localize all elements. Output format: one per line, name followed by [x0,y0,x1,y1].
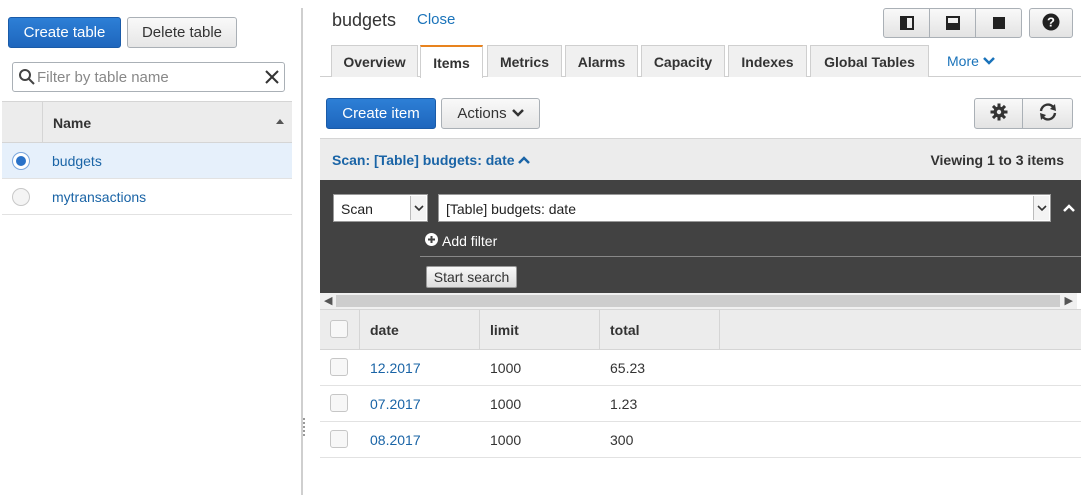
plus-circle-icon [425,233,438,249]
item-total: 300 [610,432,634,448]
items-grid-header: date limit total [320,309,1081,350]
horizontal-scrollbar[interactable]: ◀ ▶ [320,293,1077,309]
table-row[interactable]: 08.2017 1000 300 [320,422,1081,458]
scan-target-select[interactable]: [Table] budgets: date [438,194,1051,222]
tab-metrics[interactable]: Metrics [487,45,562,77]
item-date-link[interactable]: 12.2017 [370,360,421,376]
table-filter-input[interactable] [37,67,257,87]
layout-split-vertical-icon[interactable] [884,9,930,37]
actions-dropdown[interactable]: Actions [441,98,540,129]
row-checkbox[interactable] [330,394,348,412]
scan-summary-label: Scan: [Table] budgets: date [332,152,515,168]
item-limit: 1000 [490,432,522,448]
item-limit: 1000 [490,360,522,376]
help-button[interactable]: ? [1029,8,1073,38]
table-radio-mytransactions[interactable] [12,188,30,206]
refresh-button[interactable] [1023,98,1073,129]
item-date-link[interactable]: 08.2017 [370,432,421,448]
table-row[interactable]: 12.2017 1000 65.23 [320,350,1081,386]
scan-summary-toggle[interactable]: Scan: [Table] budgets: date [332,152,531,168]
page-title: budgets [332,10,397,30]
svg-text:?: ? [1047,14,1055,29]
start-search-button[interactable]: Start search [426,266,517,288]
gear-icon [990,103,1008,124]
delete-table-button[interactable]: Delete table [127,17,237,48]
search-icon [18,68,36,89]
refresh-icon [1038,103,1058,124]
viewing-count: Viewing 1 to 3 items [930,152,1064,168]
tab-capacity[interactable]: Capacity [641,45,725,77]
chevron-up-icon[interactable] [1062,200,1076,216]
chevron-down-icon [1033,196,1049,220]
layout-split-horizontal-icon[interactable] [930,9,976,37]
tables-pane: Create table Delete table Name budgets m… [0,0,293,495]
table-name-budgets[interactable]: budgets [52,153,102,169]
add-filter-label: Add filter [442,233,498,249]
close-link[interactable]: Close [417,11,455,28]
more-tabs-menu[interactable]: More [947,53,995,69]
table-name-mytransactions[interactable]: mytransactions [52,189,146,205]
tab-alarms[interactable]: Alarms [565,45,638,77]
help-icon: ? [1042,13,1060,34]
item-total: 1.23 [610,396,638,412]
create-item-button[interactable]: Create item [326,98,436,129]
chevron-down-icon [511,105,524,122]
scan-mode-value: Scan [341,201,373,217]
settings-button[interactable] [974,98,1023,129]
item-limit: 1000 [490,396,522,412]
chevron-down-icon [410,196,426,220]
tab-overview[interactable]: Overview [331,45,418,77]
table-row-mytransactions[interactable]: mytransactions [2,179,292,215]
scan-panel: Scan [Table] budgets: date Add filter St… [320,180,1081,293]
scroll-left-icon[interactable]: ◀ [324,294,332,307]
splitter-grip-icon[interactable] [303,418,305,436]
sort-ascending-icon[interactable] [276,119,284,124]
tab-items[interactable]: Items [420,45,483,78]
column-header-date[interactable]: date [370,322,399,338]
layout-toggle-group [883,8,1022,38]
chevron-up-icon [518,152,531,168]
create-table-button[interactable]: Create table [8,17,121,48]
tab-global-tables[interactable]: Global Tables [810,45,929,77]
column-header-limit[interactable]: limit [490,322,519,338]
table-radio-budgets[interactable] [12,152,30,170]
scrollbar-thumb[interactable] [336,295,1060,307]
layout-full-icon[interactable] [976,9,1021,37]
clear-filter-icon[interactable] [263,68,281,89]
table-row-budgets[interactable]: budgets [2,143,292,179]
scan-mode-select[interactable]: Scan [333,194,428,222]
item-total: 65.23 [610,360,646,376]
table-row[interactable]: 07.2017 1000 1.23 [320,386,1081,422]
chevron-down-icon [982,53,995,69]
scroll-right-icon[interactable]: ▶ [1065,294,1073,307]
tab-indexes[interactable]: Indexes [728,45,807,77]
add-filter-link[interactable]: Add filter [425,233,497,249]
name-column-header[interactable]: Name [53,115,91,131]
table-filter [12,62,285,92]
select-all-checkbox[interactable] [330,320,348,338]
more-label: More [947,53,979,69]
item-date-link[interactable]: 07.2017 [370,396,421,412]
scan-summary-bar: Scan: [Table] budgets: date Viewing 1 to… [320,138,1081,180]
scan-target-value: [Table] budgets: date [446,201,576,217]
table-list-header: Name [2,101,292,143]
row-checkbox[interactable] [330,358,348,376]
row-checkbox[interactable] [330,430,348,448]
actions-label: Actions [457,105,507,122]
column-header-total[interactable]: total [610,322,640,338]
